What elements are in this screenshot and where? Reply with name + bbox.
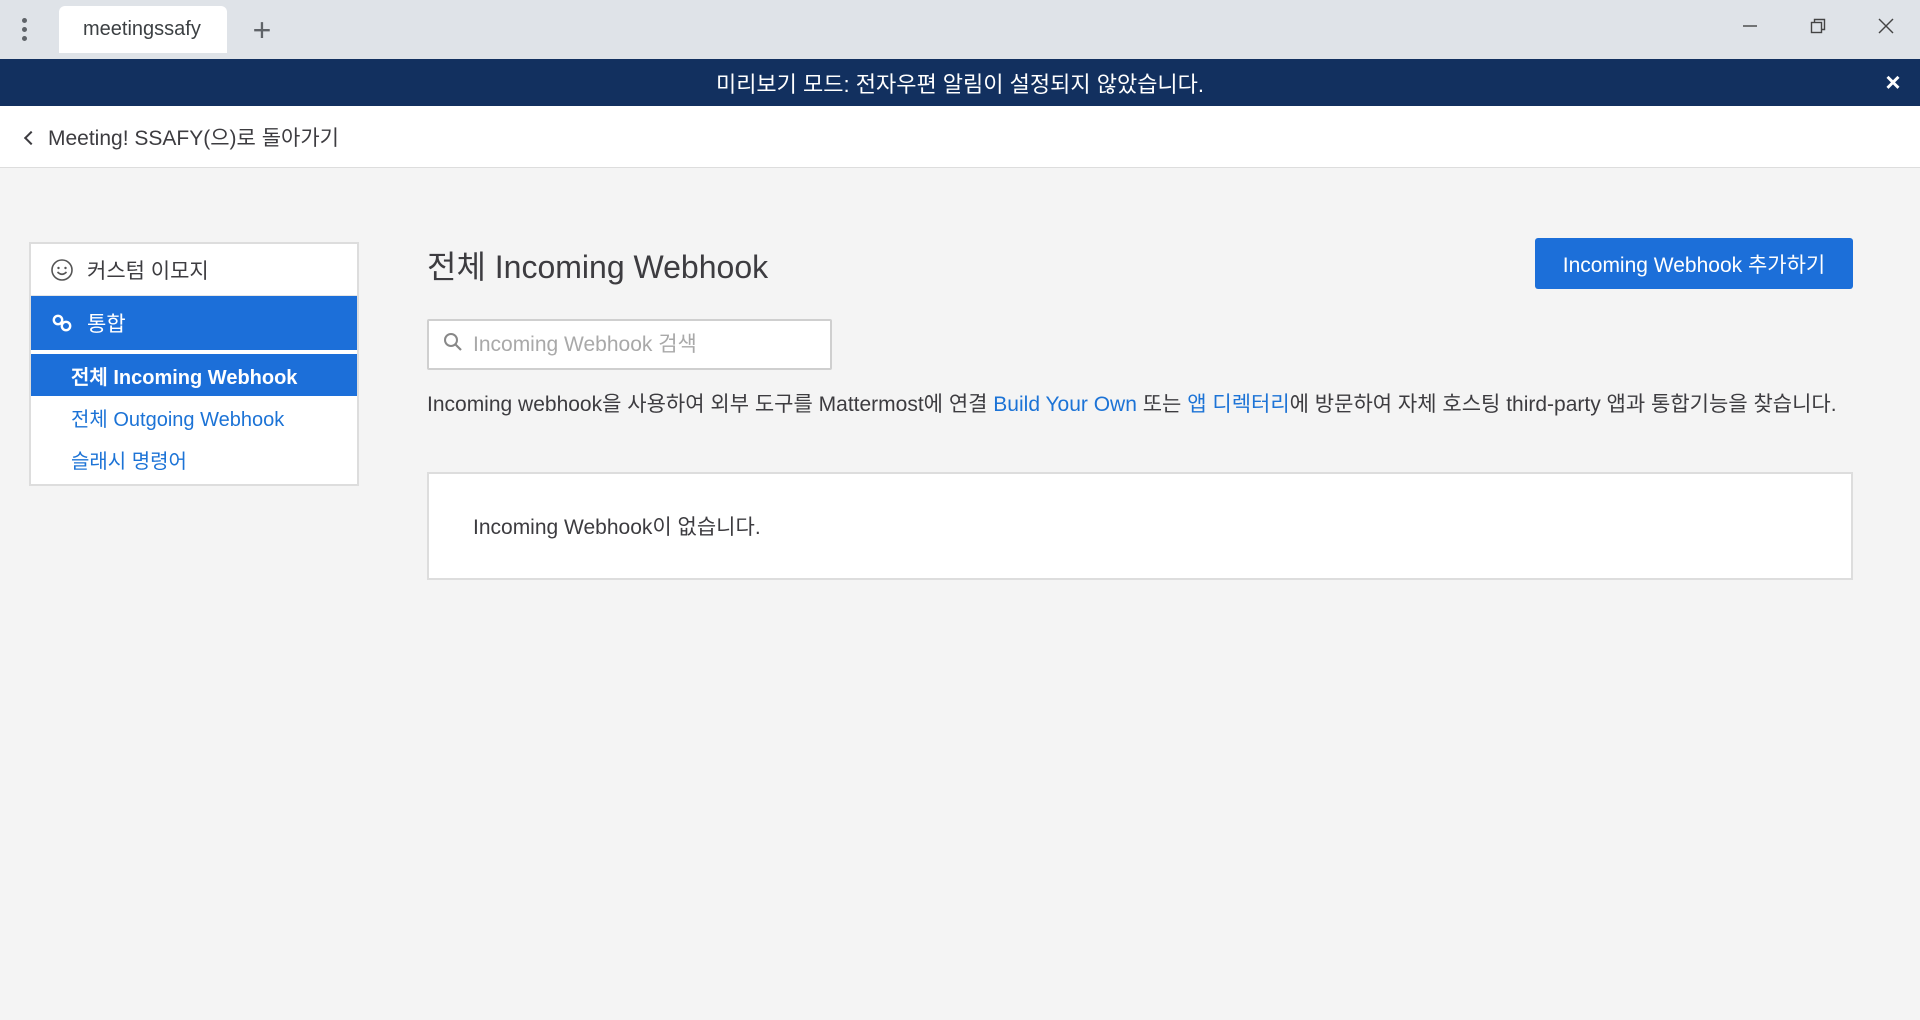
minimize-icon[interactable] xyxy=(1727,8,1773,44)
smiley-icon xyxy=(49,257,75,283)
sidebar-subitem-outgoing-webhook[interactable]: 전체 Outgoing Webhook xyxy=(31,396,357,438)
build-your-own-link[interactable]: Build Your Own xyxy=(993,393,1137,416)
banner-text: 미리보기 모드: 전자우편 알림이 설정되지 않았습니다. xyxy=(715,71,1205,97)
preview-mode-banner: 미리보기 모드: 전자우편 알림이 설정되지 않았습니다. × xyxy=(0,59,1920,106)
tab-title: meetingssafy xyxy=(83,18,201,40)
sidebar-item-label: 커스텀 이모지 xyxy=(87,259,209,283)
link-icon xyxy=(49,310,75,336)
integrations-sidebar: 커스텀 이모지 통합 전체 Incoming Webhook 전체 Outgoi… xyxy=(29,242,359,486)
back-link-label: Meeting! SSAFY(으)로 돌아가기 xyxy=(48,126,339,150)
sidebar-item-custom-emoji[interactable]: 커스텀 이모지 xyxy=(31,244,357,296)
search-icon xyxy=(443,332,463,357)
new-tab-button[interactable]: + xyxy=(244,12,280,48)
browser-tab[interactable]: meetingssafy xyxy=(59,6,227,53)
window-menu-icon[interactable] xyxy=(14,14,34,44)
search-input[interactable] xyxy=(473,332,813,357)
sidebar-subitem-slash-commands[interactable]: 슬래시 명령어 xyxy=(31,438,357,480)
banner-close-icon[interactable]: × xyxy=(1880,67,1906,97)
description-part: Incoming webhook을 사용하여 외부 도구를 Mattermost… xyxy=(427,393,994,416)
close-window-icon[interactable] xyxy=(1863,8,1909,44)
restore-icon[interactable] xyxy=(1795,8,1841,44)
app-directory-link[interactable]: 앱 디렉터리 xyxy=(1187,393,1289,416)
title-bar: meetingssafy + xyxy=(0,0,1920,59)
add-incoming-webhook-button[interactable]: Incoming Webhook 추가하기 xyxy=(1535,238,1853,289)
page-title: 전체 Incoming Webhook xyxy=(427,249,769,285)
empty-message: Incoming Webhook이 없습니다. xyxy=(473,516,761,539)
chevron-left-icon xyxy=(23,130,39,145)
search-box xyxy=(427,319,832,370)
description-part: 에 방문하여 자체 호스팅 third-party 앱과 통합기능을 찾습니다. xyxy=(1289,393,1837,416)
sidebar-item-integrations[interactable]: 통합 xyxy=(31,296,357,350)
description-part: 또는 xyxy=(1136,393,1188,416)
webhook-list-empty: Incoming Webhook이 없습니다. xyxy=(427,472,1853,580)
sidebar-item-label: 통합 xyxy=(87,313,126,336)
back-link[interactable]: Meeting! SSAFY(으)로 돌아가기 xyxy=(0,106,1920,168)
sidebar-subitem-incoming-webhook[interactable]: 전체 Incoming Webhook xyxy=(31,354,357,396)
description-text: Incoming webhook을 사용하여 외부 도구를 Mattermost… xyxy=(427,390,1857,420)
